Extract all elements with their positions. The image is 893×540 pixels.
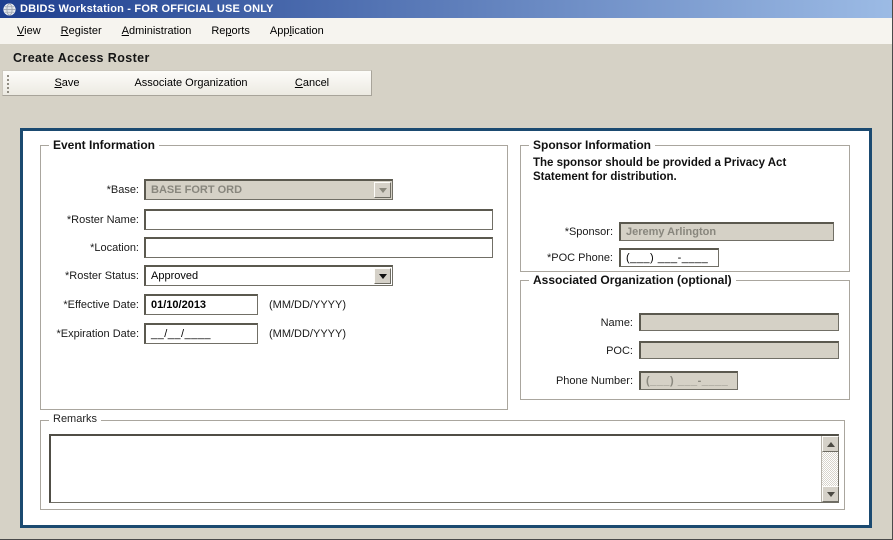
remarks-group: Remarks xyxy=(40,413,845,510)
roster-name-field-wrap xyxy=(144,209,493,230)
expiration-date-value: __/__/____ xyxy=(151,328,212,340)
create-access-roster-panel: Event Information *Base: BASE FORT ORD *… xyxy=(20,128,872,528)
sponsor-value: Jeremy Arlington xyxy=(626,226,717,238)
associate-organization-button[interactable]: Associate Organization xyxy=(125,71,257,95)
sponsor-information-group: Sponsor Information The sponsor should b… xyxy=(520,138,850,272)
menu-bar: View Register Administration Reports App… xyxy=(0,18,892,44)
location-input[interactable] xyxy=(146,239,492,257)
title-bar: DBIDS Workstation - FOR OFFICIAL USE ONL… xyxy=(0,0,892,18)
expiration-date-label: *Expiration Date: xyxy=(56,328,139,340)
cancel-button[interactable]: Cancel xyxy=(282,71,342,95)
sponsor-information-title: Sponsor Information xyxy=(529,138,655,152)
org-phone-label: Phone Number: xyxy=(555,375,633,387)
triangle-up-icon[interactable] xyxy=(822,436,839,452)
org-phone-value: (___) ___-____ xyxy=(646,375,729,387)
chevron-down-icon xyxy=(374,182,391,198)
effective-date-label: *Effective Date: xyxy=(63,299,139,311)
globe-icon xyxy=(3,2,16,16)
event-information-group: Event Information *Base: BASE FORT ORD *… xyxy=(40,138,508,410)
triangle-down-icon[interactable] xyxy=(822,486,839,502)
roster-status-label: *Roster Status: xyxy=(65,270,139,282)
chevron-down-icon[interactable] xyxy=(374,268,391,284)
effective-date-value: 01/10/2013 xyxy=(151,299,207,311)
org-poc-label: POC: xyxy=(606,345,633,357)
associated-organization-group: Associated Organization (optional) Name:… xyxy=(520,273,850,400)
poc-phone-label: *POC Phone: xyxy=(546,252,613,264)
remarks-field-wrap xyxy=(49,434,839,503)
drag-grip-icon[interactable] xyxy=(6,75,10,93)
save-button[interactable]: Save xyxy=(43,71,91,95)
menu-view[interactable]: View xyxy=(17,25,41,37)
base-label: *Base: xyxy=(106,184,139,196)
remarks-title: Remarks xyxy=(49,413,102,425)
menu-register[interactable]: Register xyxy=(61,25,102,37)
location-label: *Location: xyxy=(90,242,139,254)
expiration-date-field[interactable]: __/__/____ xyxy=(144,323,258,344)
associated-organization-title: Associated Organization (optional) xyxy=(529,273,736,287)
window-title: DBIDS Workstation - FOR OFFICIAL USE ONL… xyxy=(20,3,274,15)
org-name-field xyxy=(639,313,839,331)
roster-name-input[interactable] xyxy=(146,211,492,229)
poc-phone-value: (___) ___-____ xyxy=(626,252,709,264)
page-title: Create Access Roster xyxy=(13,51,150,65)
remarks-textarea[interactable] xyxy=(51,436,821,502)
menu-administration[interactable]: Administration xyxy=(122,25,192,37)
roster-status-dropdown[interactable]: Approved xyxy=(144,265,393,286)
effective-date-format-hint: (MM/DD/YYYY) xyxy=(269,299,346,311)
privacy-act-notice: The sponsor should be provided a Privacy… xyxy=(533,157,787,183)
dbids-workstation-window: DBIDS Workstation - FOR OFFICIAL USE ONL… xyxy=(0,0,893,540)
base-value: BASE FORT ORD xyxy=(151,184,243,196)
roster-status-value: Approved xyxy=(151,270,199,282)
expiration-date-format-hint: (MM/DD/YYYY) xyxy=(269,328,346,340)
remarks-scrollbar[interactable] xyxy=(821,436,839,502)
effective-date-field[interactable]: 01/10/2013 xyxy=(144,294,258,315)
org-phone-field: (___) ___-____ xyxy=(639,371,738,390)
location-field-wrap xyxy=(144,237,493,258)
sponsor-label: *Sponsor: xyxy=(564,226,613,238)
menu-application[interactable]: Application xyxy=(270,25,324,37)
roster-name-label: *Roster Name: xyxy=(66,214,139,226)
toolbar: Save Associate Organization Cancel xyxy=(2,70,372,96)
poc-phone-field[interactable]: (___) ___-____ xyxy=(619,248,719,267)
base-dropdown: BASE FORT ORD xyxy=(144,179,393,200)
event-information-title: Event Information xyxy=(49,138,160,152)
org-poc-field xyxy=(639,341,839,359)
sponsor-field: Jeremy Arlington xyxy=(619,222,834,241)
menu-reports[interactable]: Reports xyxy=(211,25,250,37)
org-name-label: Name: xyxy=(600,317,633,329)
